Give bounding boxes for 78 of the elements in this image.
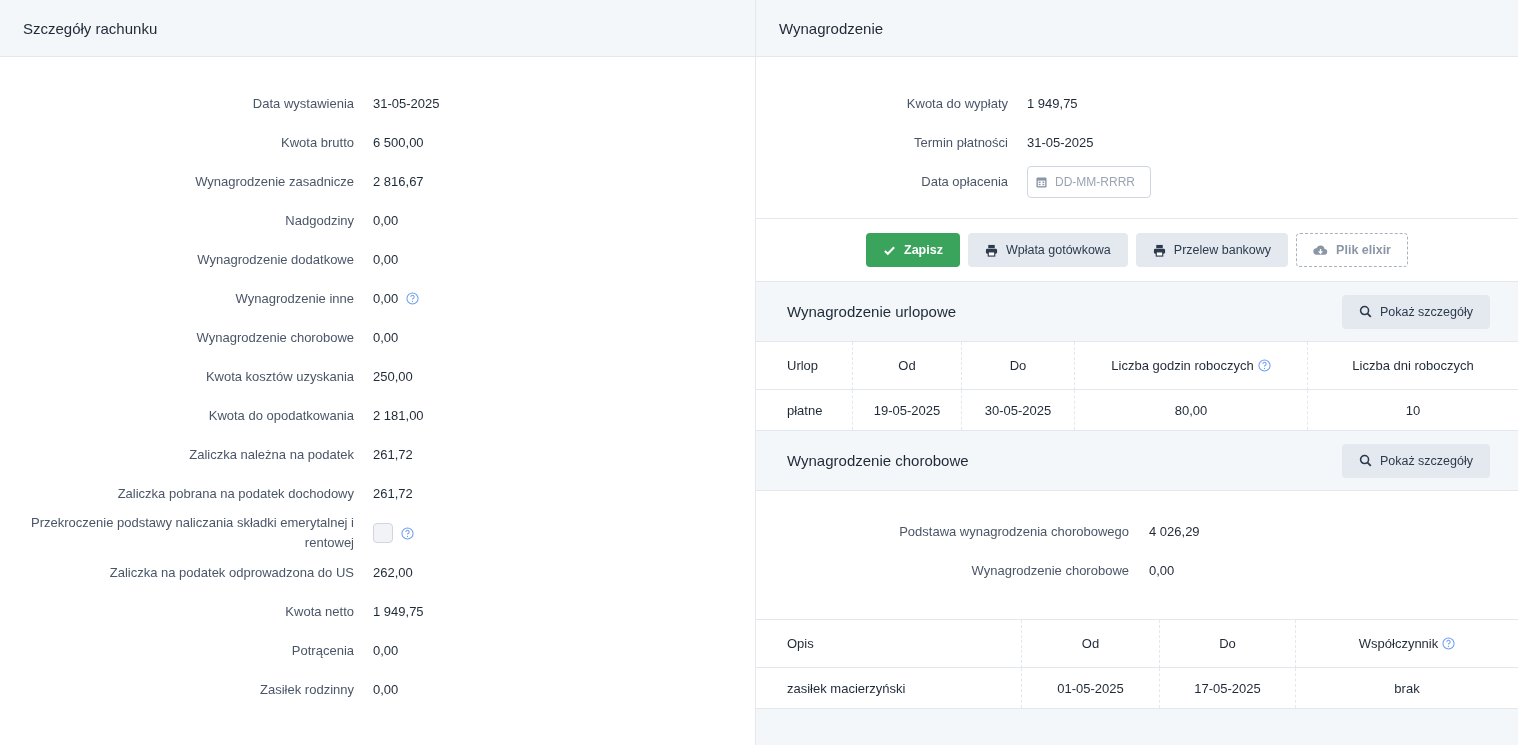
column-header: Od bbox=[1081, 636, 1100, 651]
table-cell: 10 bbox=[1405, 402, 1421, 418]
search-icon bbox=[1358, 305, 1372, 318]
field-label: Data wystawienia bbox=[251, 94, 354, 113]
column-header: Urlop bbox=[787, 358, 819, 373]
field-label: Termin płatności bbox=[913, 135, 1008, 150]
column-header: Współczynnik bbox=[1358, 636, 1439, 651]
field-label: Podstawa wynagrodzenia chorobowego bbox=[898, 524, 1129, 539]
section-title: Wynagrodzenie chorobowe bbox=[787, 452, 969, 469]
table-cell: 30-05-2025 bbox=[984, 402, 1052, 418]
field-value: 261,72 bbox=[373, 486, 413, 501]
field-value: 31-05-2025 bbox=[1027, 135, 1094, 150]
column-header: Do bbox=[1009, 358, 1027, 373]
field-label: Wynagrodzenie zasadnicze bbox=[194, 172, 354, 191]
field-label: Wynagrodzenie dodatkowe bbox=[196, 250, 354, 269]
field-value: 0,00 bbox=[373, 213, 399, 228]
field-value: 31-05-2025 bbox=[373, 96, 440, 111]
column-header: Od bbox=[898, 358, 916, 373]
field-value: 1 949,75 bbox=[373, 604, 424, 619]
action-button[interactable]: Wpłata gotówkowa bbox=[967, 233, 1128, 267]
field-label: Zaliczka należna na podatek bbox=[188, 445, 354, 464]
printer-icon bbox=[984, 243, 998, 257]
field-label: Przekroczenie podstawy naliczania składki emerytalnej i rentowej bbox=[30, 514, 354, 552]
cloud-download-icon bbox=[1313, 244, 1329, 256]
field-label: Zaliczka pobrana na podatek dochodowy bbox=[116, 484, 354, 503]
field-label: Zasiłek rodzinny bbox=[259, 680, 354, 699]
table-cell: 17-05-2025 bbox=[1194, 680, 1261, 696]
printer-icon bbox=[1152, 243, 1166, 257]
column-header: Opis bbox=[787, 636, 814, 651]
field-value: 262,00 bbox=[373, 565, 413, 580]
calendar-icon bbox=[1036, 175, 1047, 188]
table-cell: 19-05-2025 bbox=[873, 402, 941, 418]
field-label: Zaliczka na podatek odprowadzona do US bbox=[108, 563, 354, 582]
action-button[interactable]: Przelew bankowy bbox=[1135, 233, 1289, 267]
field-value: 4 026,29 bbox=[1149, 524, 1200, 539]
table-cell: 01-05-2025 bbox=[1057, 680, 1124, 696]
section-title: Wynagrodzenie urlopowe bbox=[787, 303, 957, 320]
panel-title: Szczegóły rachunku bbox=[23, 19, 158, 37]
checkbox[interactable] bbox=[373, 523, 393, 543]
help-icon[interactable] bbox=[1257, 359, 1271, 372]
details-button[interactable]: Pokaż szczegóły bbox=[1341, 294, 1490, 329]
help-icon[interactable] bbox=[401, 526, 414, 540]
field-value: 0,00 bbox=[1149, 563, 1175, 578]
search-icon bbox=[1358, 454, 1372, 467]
column-header: Do bbox=[1219, 636, 1236, 651]
table-cell: płatne bbox=[787, 402, 823, 418]
details-button[interactable]: Pokaż szczegóły bbox=[1341, 443, 1490, 478]
field-value: 2 181,00 bbox=[373, 408, 424, 423]
field-value: 0,00 bbox=[373, 330, 399, 345]
table-cell: zasiłek macierzyński bbox=[787, 680, 906, 696]
column-header: Liczba godzin roboczych bbox=[1111, 358, 1254, 373]
field-value: 0,00 bbox=[373, 252, 399, 267]
help-icon[interactable] bbox=[1442, 637, 1456, 650]
field-label: Wynagrodzenie inne bbox=[234, 289, 354, 308]
field-label: Nadgodziny bbox=[284, 211, 354, 230]
field-label: Wynagrodzenie chorobowe bbox=[970, 563, 1129, 578]
help-icon[interactable] bbox=[406, 292, 420, 305]
field-label: Kwota do opodatkowania bbox=[207, 406, 354, 425]
date-field[interactable]: DD-MM-RRRR bbox=[1027, 165, 1151, 198]
field-value: 1 949,75 bbox=[1027, 96, 1078, 111]
field-label: Data opłacenia bbox=[920, 174, 1008, 189]
field-value: 2 816,67 bbox=[373, 174, 424, 189]
field-label: Kwota netto bbox=[284, 602, 354, 621]
panel-title: Wynagrodzenie bbox=[779, 19, 884, 37]
table-cell: 80,00 bbox=[1174, 402, 1208, 418]
field-label: Kwota do wypłaty bbox=[905, 96, 1008, 111]
field-label: Wynagrodzenie chorobowe bbox=[195, 328, 354, 347]
field-value: 0,00 bbox=[373, 682, 399, 697]
field-value: 6 500,00 bbox=[373, 135, 424, 150]
field-label: Potrącenia bbox=[290, 641, 354, 660]
field-value: 261,72 bbox=[373, 447, 413, 462]
table-cell: brak bbox=[1394, 680, 1420, 696]
field-value: 0,00 bbox=[373, 291, 399, 306]
field-label: Kwota brutto bbox=[280, 133, 354, 152]
field-value: 250,00 bbox=[373, 369, 413, 384]
field-value: 0,00 bbox=[373, 643, 399, 658]
column-header: Liczba dni roboczych bbox=[1352, 358, 1474, 373]
field-label: Kwota kosztów uzyskania bbox=[204, 367, 354, 386]
